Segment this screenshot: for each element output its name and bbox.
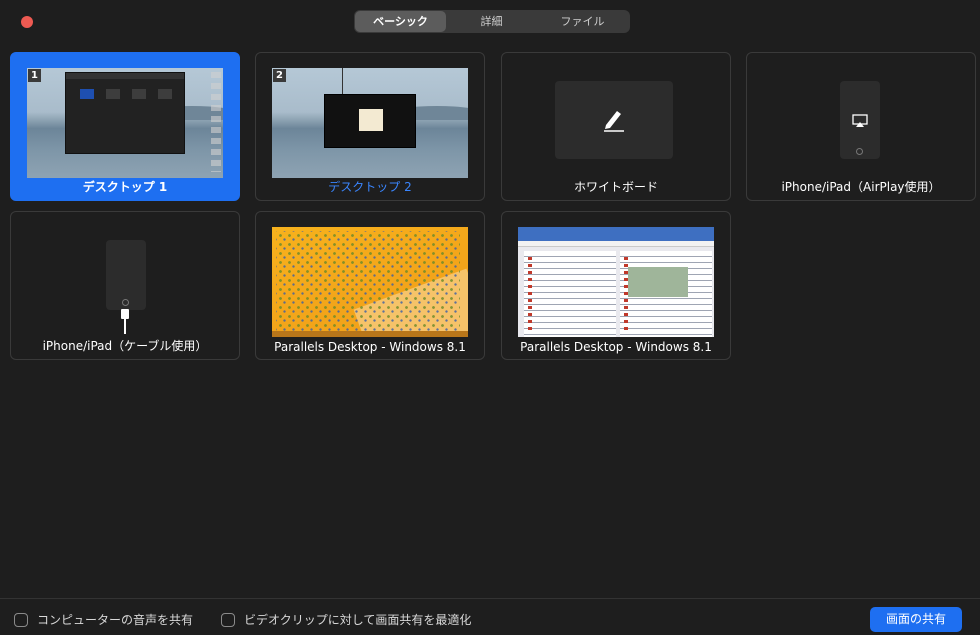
pencil-icon [604,111,624,132]
share-tile-iphone-airplay[interactable]: iPhone/iPad（AirPlay使用） [746,52,976,201]
tab-advanced[interactable]: 詳細 [446,11,537,32]
share-tile-parallels-2[interactable]: Parallels Desktop - Windows 8.1 [501,211,731,360]
airplay-icon [852,114,868,127]
tile-label: ホワイトボード [573,180,658,194]
share-tile-desktop-2[interactable]: 2 デスクトップ 2 [255,52,485,201]
tile-label: iPhone/iPad（AirPlay使用） [781,180,941,194]
share-tile-whiteboard[interactable]: ホワイトボード [501,52,731,201]
windows-desktop-thumbnail [272,227,468,337]
word-document-thumbnail [518,227,714,337]
phone-thumbnail [840,81,880,159]
share-tile-iphone-cable[interactable]: iPhone/iPad（ケーブル使用） [10,211,240,360]
tile-label: デスクトップ 2 [328,180,412,194]
window-close-button[interactable] [21,16,33,28]
screen-number-badge: 2 [273,69,286,82]
cable-icon [121,309,129,334]
desktop-1-thumbnail [27,68,223,178]
bottom-bar: コンピューターの音声を共有 ビデオクリップに対して画面共有を最適化 画面の共有 [0,598,980,635]
share-audio-checkbox[interactable]: コンピューターの音声を共有 [14,611,193,628]
optimize-video-label: ビデオクリップに対して画面共有を最適化 [244,613,472,627]
tile-label: Parallels Desktop - Windows 8.1 [520,340,712,354]
checkbox-box[interactable] [221,612,235,627]
share-screen-button[interactable]: 画面の共有 [870,607,962,632]
screen-number-badge: 1 [28,69,41,82]
optimize-video-checkbox[interactable]: ビデオクリップに対して画面共有を最適化 [221,611,471,628]
desktop-2-thumbnail [272,68,468,178]
tile-label: Parallels Desktop - Windows 8.1 [274,340,466,354]
share-mode-tabs: ベーシック 詳細 ファイル [354,10,630,33]
whiteboard-thumbnail [555,81,673,159]
share-audio-label: コンピューターの音声を共有 [37,613,194,627]
share-tile-parallels-1[interactable]: Parallels Desktop - Windows 8.1 [255,211,485,360]
phone-thumbnail [106,240,146,310]
tile-label: デスクトップ 1 [82,180,168,194]
tab-basic[interactable]: ベーシック [355,11,446,32]
tile-label: iPhone/iPad（ケーブル使用） [42,339,208,353]
share-tile-desktop-1[interactable]: 1 デスクトップ 1 [10,52,240,201]
tab-files[interactable]: ファイル [537,11,628,32]
checkbox-box[interactable] [14,612,28,627]
